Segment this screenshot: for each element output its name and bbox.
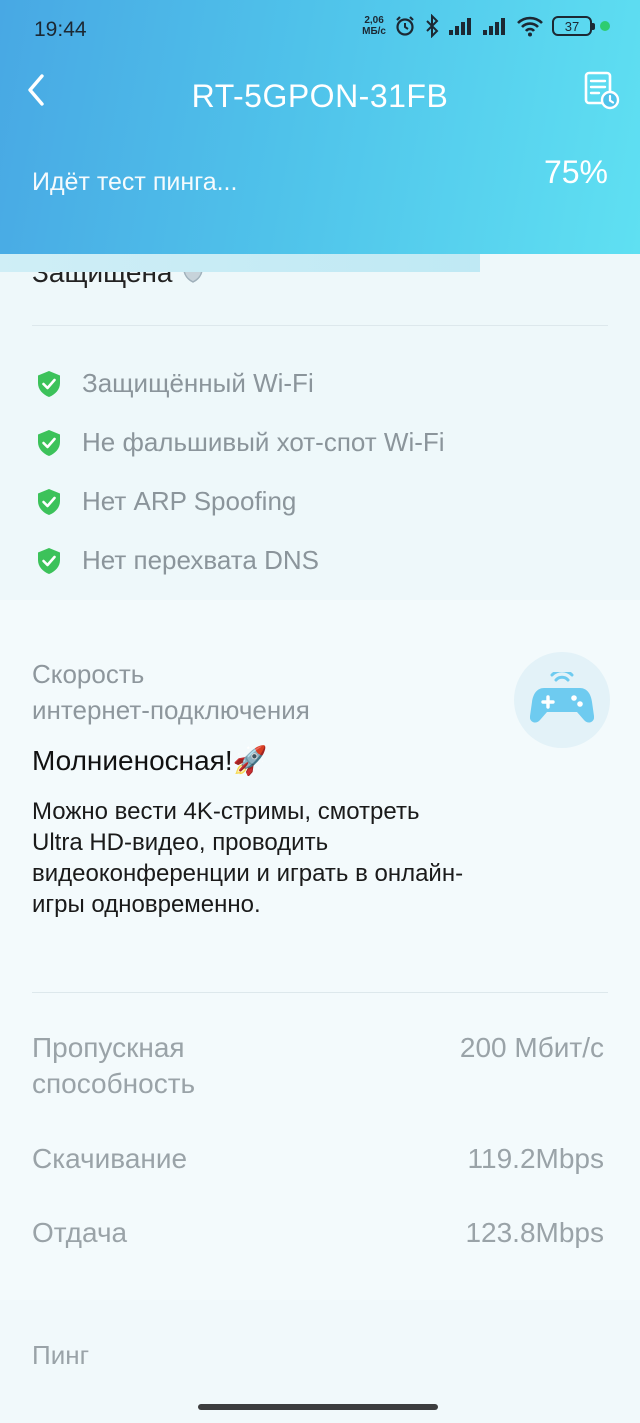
shield-check-icon <box>38 488 60 515</box>
alarm-icon <box>396 16 414 36</box>
report-history-icon <box>584 71 620 110</box>
metric-label: Скачивание <box>32 1143 188 1174</box>
metric-bandwidth: Пропускная способность 200 Мбит/с <box>32 1030 604 1102</box>
security-check-item: Нет перехвата DNS <box>36 531 445 590</box>
speed-card: Скорость интернет-подключения Молниеносн… <box>0 600 640 1300</box>
security-check-item: Защищённый Wi-Fi <box>36 354 445 413</box>
gamepad-icon <box>530 672 594 723</box>
security-check-label: Защищённый Wi-Fi <box>82 368 314 398</box>
shield-check-icon <box>38 429 60 456</box>
status-bar: 19:44 2,06 МБ/с 37 <box>0 0 640 58</box>
ping-label: Пинг <box>32 1340 90 1370</box>
net-speed-unit: МБ/с <box>362 26 386 37</box>
progress-value: 75% <box>543 154 608 190</box>
gamepad-badge <box>514 652 610 748</box>
net-speed-value: 2,06 <box>364 15 384 26</box>
speed-heading: Скорость интернет-подключения <box>32 656 310 728</box>
shield-check-icon <box>38 547 60 574</box>
metric-label: Пропускная способность <box>32 1030 195 1102</box>
metric-label: Отдача <box>32 1217 128 1248</box>
bluetooth-icon <box>426 14 439 38</box>
metric-download: Скачивание 119.2Mbps <box>32 1141 604 1177</box>
security-check-label: Нет ARP Spoofing <box>82 486 297 516</box>
security-card: Защищена Защищённый Wi-Fi Не фальшивый х… <box>0 254 640 600</box>
status-time: 19:44 <box>34 18 87 41</box>
divider <box>32 325 608 326</box>
signal-icon-1 <box>449 18 471 35</box>
speed-heading-line2: интернет-подключения <box>32 695 310 725</box>
speed-heading-line1: Скорость <box>32 659 145 689</box>
metric-upload: Отдача 123.8Mbps <box>32 1215 604 1251</box>
divider <box>32 992 608 993</box>
progress-label: Идёт тест пинга... <box>32 168 238 196</box>
shield-check-icon <box>38 370 60 397</box>
speed-description: Можно вести 4K-стримы, смотреть Ultra HD… <box>32 798 464 918</box>
net-speed: 2,06 МБ/с <box>362 15 386 37</box>
wifi-icon <box>517 16 543 37</box>
security-check-label: Не фальшивый хот-спот Wi-Fi <box>82 427 445 457</box>
status-icons: 2,06 МБ/с 37 <box>362 14 610 38</box>
test-history-button[interactable] <box>580 68 624 112</box>
speed-verdict: Молниеносная!🚀 <box>32 745 268 776</box>
privacy-indicator-dot <box>600 21 610 31</box>
security-check-item: Не фальшивый хот-спот Wi-Fi <box>36 413 445 472</box>
signal-icon-2 <box>483 18 505 35</box>
metric-label-line1: Пропускная <box>32 1032 185 1063</box>
page-title: RT-5GPON-31FB <box>191 78 449 114</box>
security-check-item: Нет ARP Spoofing <box>36 472 445 531</box>
home-indicator[interactable] <box>198 1404 438 1410</box>
security-check-label: Нет перехвата DNS <box>82 545 319 575</box>
progress-bar <box>0 254 640 272</box>
metric-value: 123.8Mbps <box>465 1217 604 1248</box>
battery-icon: 37 <box>552 16 595 36</box>
metric-value: 200 Мбит/с <box>459 1032 604 1063</box>
progress-bar-fill <box>0 254 480 272</box>
metric-value: 119.2Mbps <box>467 1143 604 1174</box>
security-check-list: Защищённый Wi-Fi Не фальшивый хот-спот W… <box>36 354 445 590</box>
header: 19:44 2,06 МБ/с 37 RT-5GPON-31FB Идёт те… <box>0 0 640 254</box>
metric-label-line2: способность <box>32 1068 196 1099</box>
